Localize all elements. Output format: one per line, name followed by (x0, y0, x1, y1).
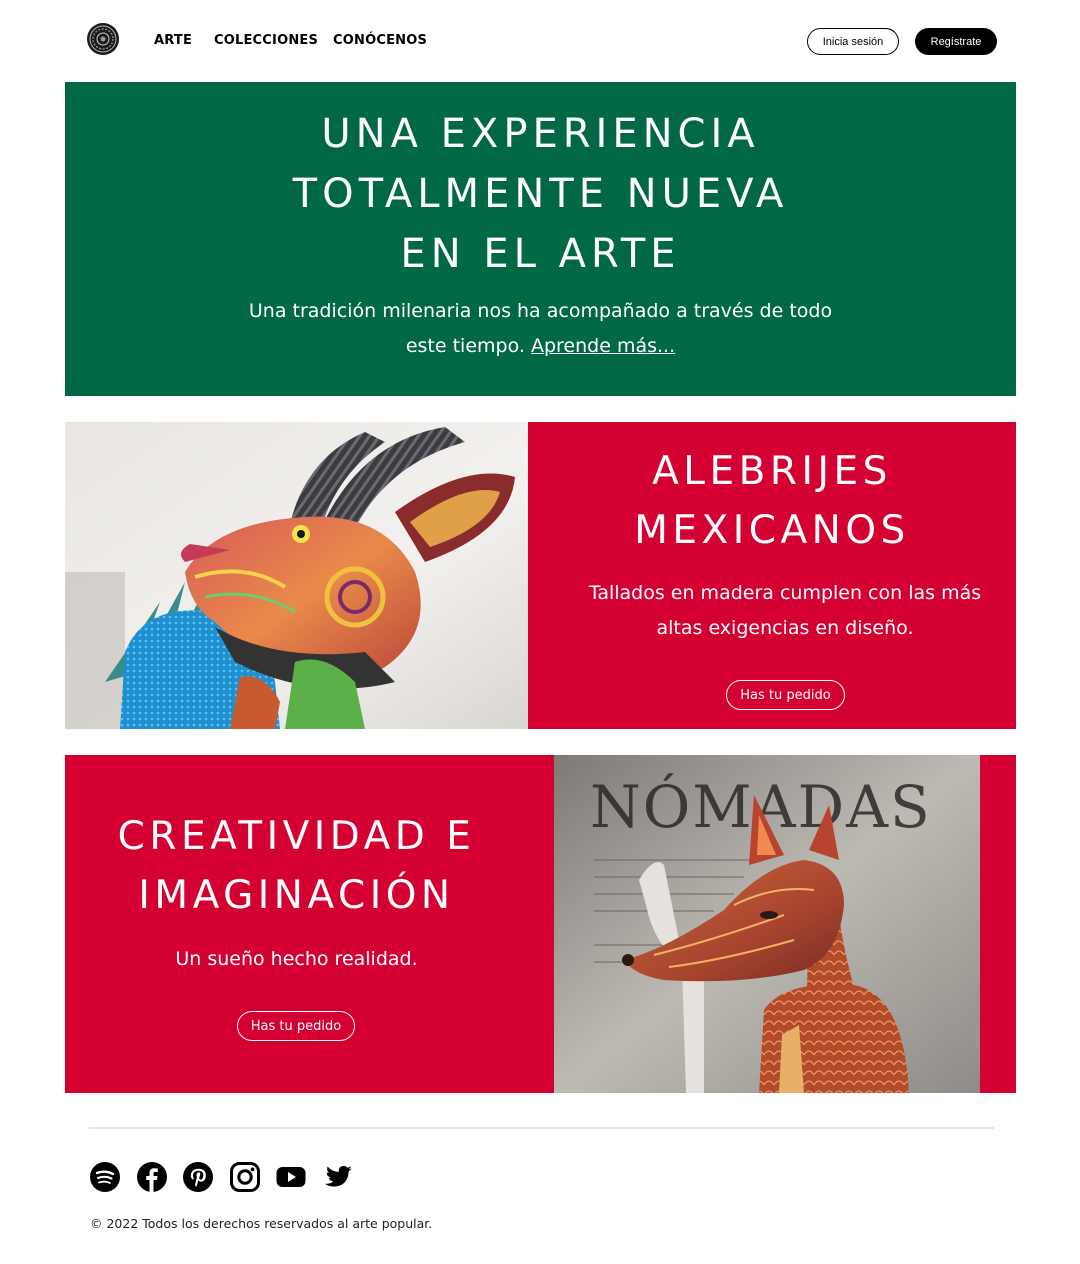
login-button[interactable]: Inicia sesión (807, 28, 899, 55)
alebrijes-section: ALEBRIJES MEXICANOS Tallados en madera c… (65, 422, 1016, 729)
pinterest-icon[interactable] (183, 1162, 213, 1192)
nav-link-arte[interactable]: ARTE (154, 33, 192, 48)
twitter-icon[interactable] (323, 1162, 353, 1192)
youtube-icon[interactable] (276, 1162, 306, 1192)
nav-link-colecciones[interactable]: COLECCIONES (214, 33, 318, 48)
hero-title: UNA EXPERIENCIA TOTALMENTE NUEVA EN EL A… (65, 104, 1016, 284)
spotify-icon[interactable] (90, 1162, 120, 1192)
nav-link-conocenos[interactable]: CONÓCENOS (333, 33, 427, 48)
hero-title-line: EN EL ARTE (400, 231, 681, 277)
alebrije-photo (65, 422, 528, 729)
alebrijes-title-line: MEXICANOS (634, 508, 910, 553)
instagram-icon[interactable] (230, 1162, 260, 1192)
nomadas-photo: NÓMADAS (554, 755, 980, 1093)
hero-title-line: TOTALMENTE NUEVA (292, 171, 789, 217)
site-header: ARTE COLECCIONES CONÓCENOS Inicia sesión… (0, 0, 1080, 82)
order-button[interactable]: Has tu pedido (726, 680, 845, 710)
footer-divider (89, 1127, 994, 1129)
register-button[interactable]: Regístrate (915, 28, 997, 55)
creatividad-title-line: IMAGINACIÓN (138, 873, 455, 918)
alebrijes-title: ALEBRIJES MEXICANOS (528, 442, 1016, 560)
creatividad-description: Un sueño hecho realidad. (175, 948, 418, 970)
creatividad-section: CREATIVIDAD E IMAGINACIÓN Un sueño hecho… (65, 755, 1016, 1093)
creatividad-title-line: CREATIVIDAD E (117, 814, 476, 859)
hero-description: Una tradición milenaria nos ha acompañad… (235, 294, 846, 364)
creatividad-title: CREATIVIDAD E IMAGINACIÓN (65, 807, 528, 925)
copyright-text: © 2022 Todos los derechos reservados al … (90, 1216, 433, 1231)
hero-section: UNA EXPERIENCIA TOTALMENTE NUEVA EN EL A… (65, 82, 1016, 396)
order-button[interactable]: Has tu pedido (237, 1011, 355, 1041)
logo-icon[interactable] (86, 22, 120, 56)
alebrijes-title-line: ALEBRIJES (652, 449, 892, 494)
hero-title-line: UNA EXPERIENCIA (321, 111, 760, 157)
alebrijes-description: Tallados en madera cumplen con las más a… (588, 582, 982, 639)
learn-more-link[interactable]: Aprende más... (531, 335, 675, 357)
facebook-icon[interactable] (137, 1162, 167, 1192)
